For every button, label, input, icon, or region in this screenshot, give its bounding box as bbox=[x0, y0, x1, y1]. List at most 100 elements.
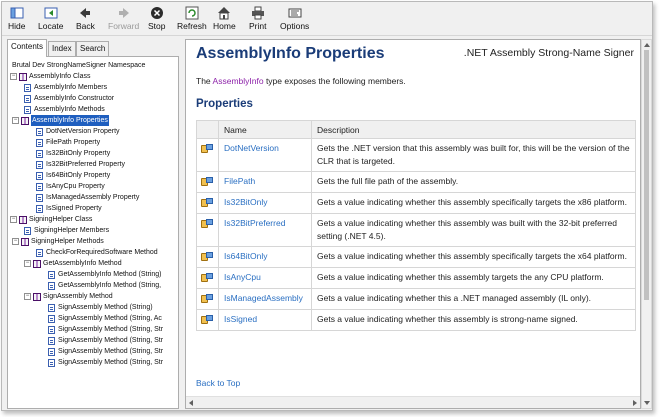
page-icon bbox=[36, 160, 43, 169]
tree-item[interactable]: SignAssembly Method (String, Str bbox=[48, 357, 163, 368]
page-icon bbox=[36, 204, 43, 213]
tree-item-label: Is32BitOnly Property bbox=[46, 150, 111, 157]
scroll-left-icon[interactable] bbox=[189, 400, 193, 406]
tree-item[interactable]: IsAnyCpu Property bbox=[36, 181, 105, 192]
home-button[interactable]: Home bbox=[213, 4, 236, 34]
stop-icon bbox=[150, 6, 164, 20]
hide-button[interactable]: Hide bbox=[8, 4, 25, 34]
tree-item[interactable]: SignAssembly Method (String) bbox=[48, 302, 153, 313]
tree-item-label: GetAssemblyInfo Method bbox=[43, 260, 122, 267]
tree-item[interactable]: AssemblyInfo Methods bbox=[24, 104, 105, 115]
collapse-icon[interactable]: − bbox=[24, 260, 31, 267]
book-icon bbox=[21, 237, 29, 246]
refresh-button[interactable]: Refresh bbox=[177, 4, 207, 34]
collapse-icon[interactable]: − bbox=[10, 216, 17, 223]
tree-item[interactable]: Is64BitOnly Property bbox=[36, 170, 110, 181]
tree-item[interactable]: DotNetVersion Property bbox=[36, 126, 120, 137]
tree-item-label: AssemblyInfo Methods bbox=[34, 106, 105, 113]
page-icon bbox=[36, 127, 43, 136]
contents-tree: Brutal Dev StrongNameSigner Namespace − … bbox=[7, 56, 179, 409]
vertical-scrollbar[interactable] bbox=[641, 39, 652, 409]
page-icon bbox=[48, 270, 55, 279]
page-icon bbox=[36, 182, 43, 191]
tree-item[interactable]: SigningHelper Members bbox=[24, 225, 109, 236]
tree-item-label: SigningHelper Members bbox=[34, 227, 110, 234]
back-to-top-link[interactable]: Back to Top bbox=[196, 378, 240, 388]
page-icon bbox=[24, 226, 31, 235]
tree-item[interactable]: SignAssembly Method (String, Str bbox=[48, 346, 163, 357]
property-link[interactable]: IsManagedAssembly bbox=[218, 288, 312, 310]
property-description: Gets a value indicating whether this ass… bbox=[311, 192, 636, 214]
scroll-down-icon[interactable] bbox=[644, 401, 650, 405]
print-button[interactable]: Print bbox=[249, 4, 266, 34]
tree-item-label: Is64BitOnly Property bbox=[46, 172, 111, 179]
hide-icon bbox=[10, 6, 24, 20]
tree-item[interactable]: − SigningHelper Class bbox=[10, 214, 92, 225]
property-link[interactable]: DotNetVersion bbox=[218, 138, 312, 172]
intro-prefix: The bbox=[196, 76, 213, 86]
tree-item-label: SigningHelper Methods bbox=[31, 238, 104, 245]
tree-item[interactable]: GetAssemblyInfo Method (String, bbox=[48, 280, 161, 291]
scrollbar-thumb[interactable] bbox=[644, 50, 649, 300]
scroll-up-icon[interactable] bbox=[644, 43, 650, 47]
page-subtitle: .NET Assembly Strong-Name Signer bbox=[463, 47, 634, 59]
options-button[interactable]: Options bbox=[280, 4, 309, 34]
intro-suffix: type exposes the following members. bbox=[263, 76, 406, 86]
tree-item[interactable]: − AssemblyInfo Class bbox=[10, 71, 90, 82]
property-link[interactable]: Is32BitOnly bbox=[218, 192, 312, 214]
collapse-icon[interactable]: − bbox=[24, 293, 31, 300]
tab-contents[interactable]: Contents bbox=[7, 39, 48, 57]
tree-item[interactable]: SignAssembly Method (String, Str bbox=[48, 335, 163, 346]
navigation-pane: Contents Index Search Brutal Dev StrongN… bbox=[7, 39, 179, 409]
tree-item[interactable]: − GetAssemblyInfo Method bbox=[24, 258, 122, 269]
property-description: Gets a value indicating whether this ass… bbox=[311, 309, 636, 331]
property-icon bbox=[201, 198, 213, 208]
property-link[interactable]: Is32BitPreferred bbox=[218, 213, 312, 247]
property-link[interactable]: IsSigned bbox=[218, 309, 312, 331]
page-icon bbox=[36, 248, 43, 257]
tree-item[interactable]: − SigningHelper Methods bbox=[12, 236, 104, 247]
tree-item-label: FilePath Property bbox=[46, 139, 101, 146]
tree-item[interactable]: SignAssembly Method (String, Ac bbox=[48, 313, 162, 324]
collapse-icon[interactable]: − bbox=[10, 73, 17, 80]
home-icon bbox=[217, 6, 231, 20]
scroll-right-icon[interactable] bbox=[633, 400, 637, 406]
tree-item[interactable]: AssemblyInfo Constructor bbox=[24, 93, 114, 104]
collapse-icon[interactable]: − bbox=[12, 238, 19, 245]
tree-item-selected[interactable]: − AssemblyInfo Properties bbox=[12, 115, 109, 126]
collapse-icon[interactable]: − bbox=[12, 117, 19, 124]
locate-button[interactable]: Locate bbox=[38, 4, 64, 34]
page-title: AssemblyInfo Properties bbox=[196, 45, 385, 62]
property-link[interactable]: IsAnyCpu bbox=[218, 267, 312, 289]
page-icon bbox=[24, 83, 31, 92]
tree-item[interactable]: GetAssemblyInfo Method (String) bbox=[48, 269, 162, 280]
book-icon bbox=[33, 292, 41, 301]
forward-button[interactable]: Forward bbox=[108, 4, 139, 34]
tree-item[interactable]: IsSigned Property bbox=[36, 203, 102, 214]
tree-item[interactable]: Is32BitOnly Property bbox=[36, 148, 110, 159]
tree-item[interactable]: − SignAssembly Method bbox=[24, 291, 113, 302]
property-link[interactable]: FilePath bbox=[218, 171, 312, 193]
tab-index[interactable]: Index bbox=[48, 41, 76, 56]
forward-icon bbox=[117, 6, 131, 20]
page-icon bbox=[36, 149, 43, 158]
tree-item[interactable]: SignAssembly Method (String, Str bbox=[48, 324, 163, 335]
help-window: Hide Locate Back Forward Stop Refresh Ho… bbox=[1, 1, 653, 411]
tab-search[interactable]: Search bbox=[76, 41, 110, 56]
tree-item[interactable]: FilePath Property bbox=[36, 137, 100, 148]
horizontal-scrollbar[interactable] bbox=[186, 396, 640, 408]
property-link[interactable]: Is64BitOnly bbox=[218, 246, 312, 268]
table-row: Is32BitOnly Gets a value indicating whet… bbox=[196, 192, 636, 214]
stop-button[interactable]: Stop bbox=[148, 4, 166, 34]
tree-item[interactable]: IsManagedAssembly Property bbox=[36, 192, 139, 203]
tree-item[interactable]: CheckForRequiredSoftware Method bbox=[36, 247, 158, 258]
options-label: Options bbox=[280, 21, 310, 31]
tree-item-label: SignAssembly Method bbox=[43, 293, 113, 300]
print-icon bbox=[251, 6, 265, 20]
property-description: Gets the .NET version that this assembly… bbox=[311, 138, 636, 172]
tree-item[interactable]: Is32BitPreferred Property bbox=[36, 159, 125, 170]
back-button[interactable]: Back bbox=[76, 4, 95, 34]
assemblyinfo-link[interactable]: AssemblyInfo bbox=[213, 76, 264, 86]
tree-item[interactable]: AssemblyInfo Members bbox=[24, 82, 107, 93]
tree-item[interactable]: Brutal Dev StrongNameSigner Namespace bbox=[12, 60, 145, 71]
